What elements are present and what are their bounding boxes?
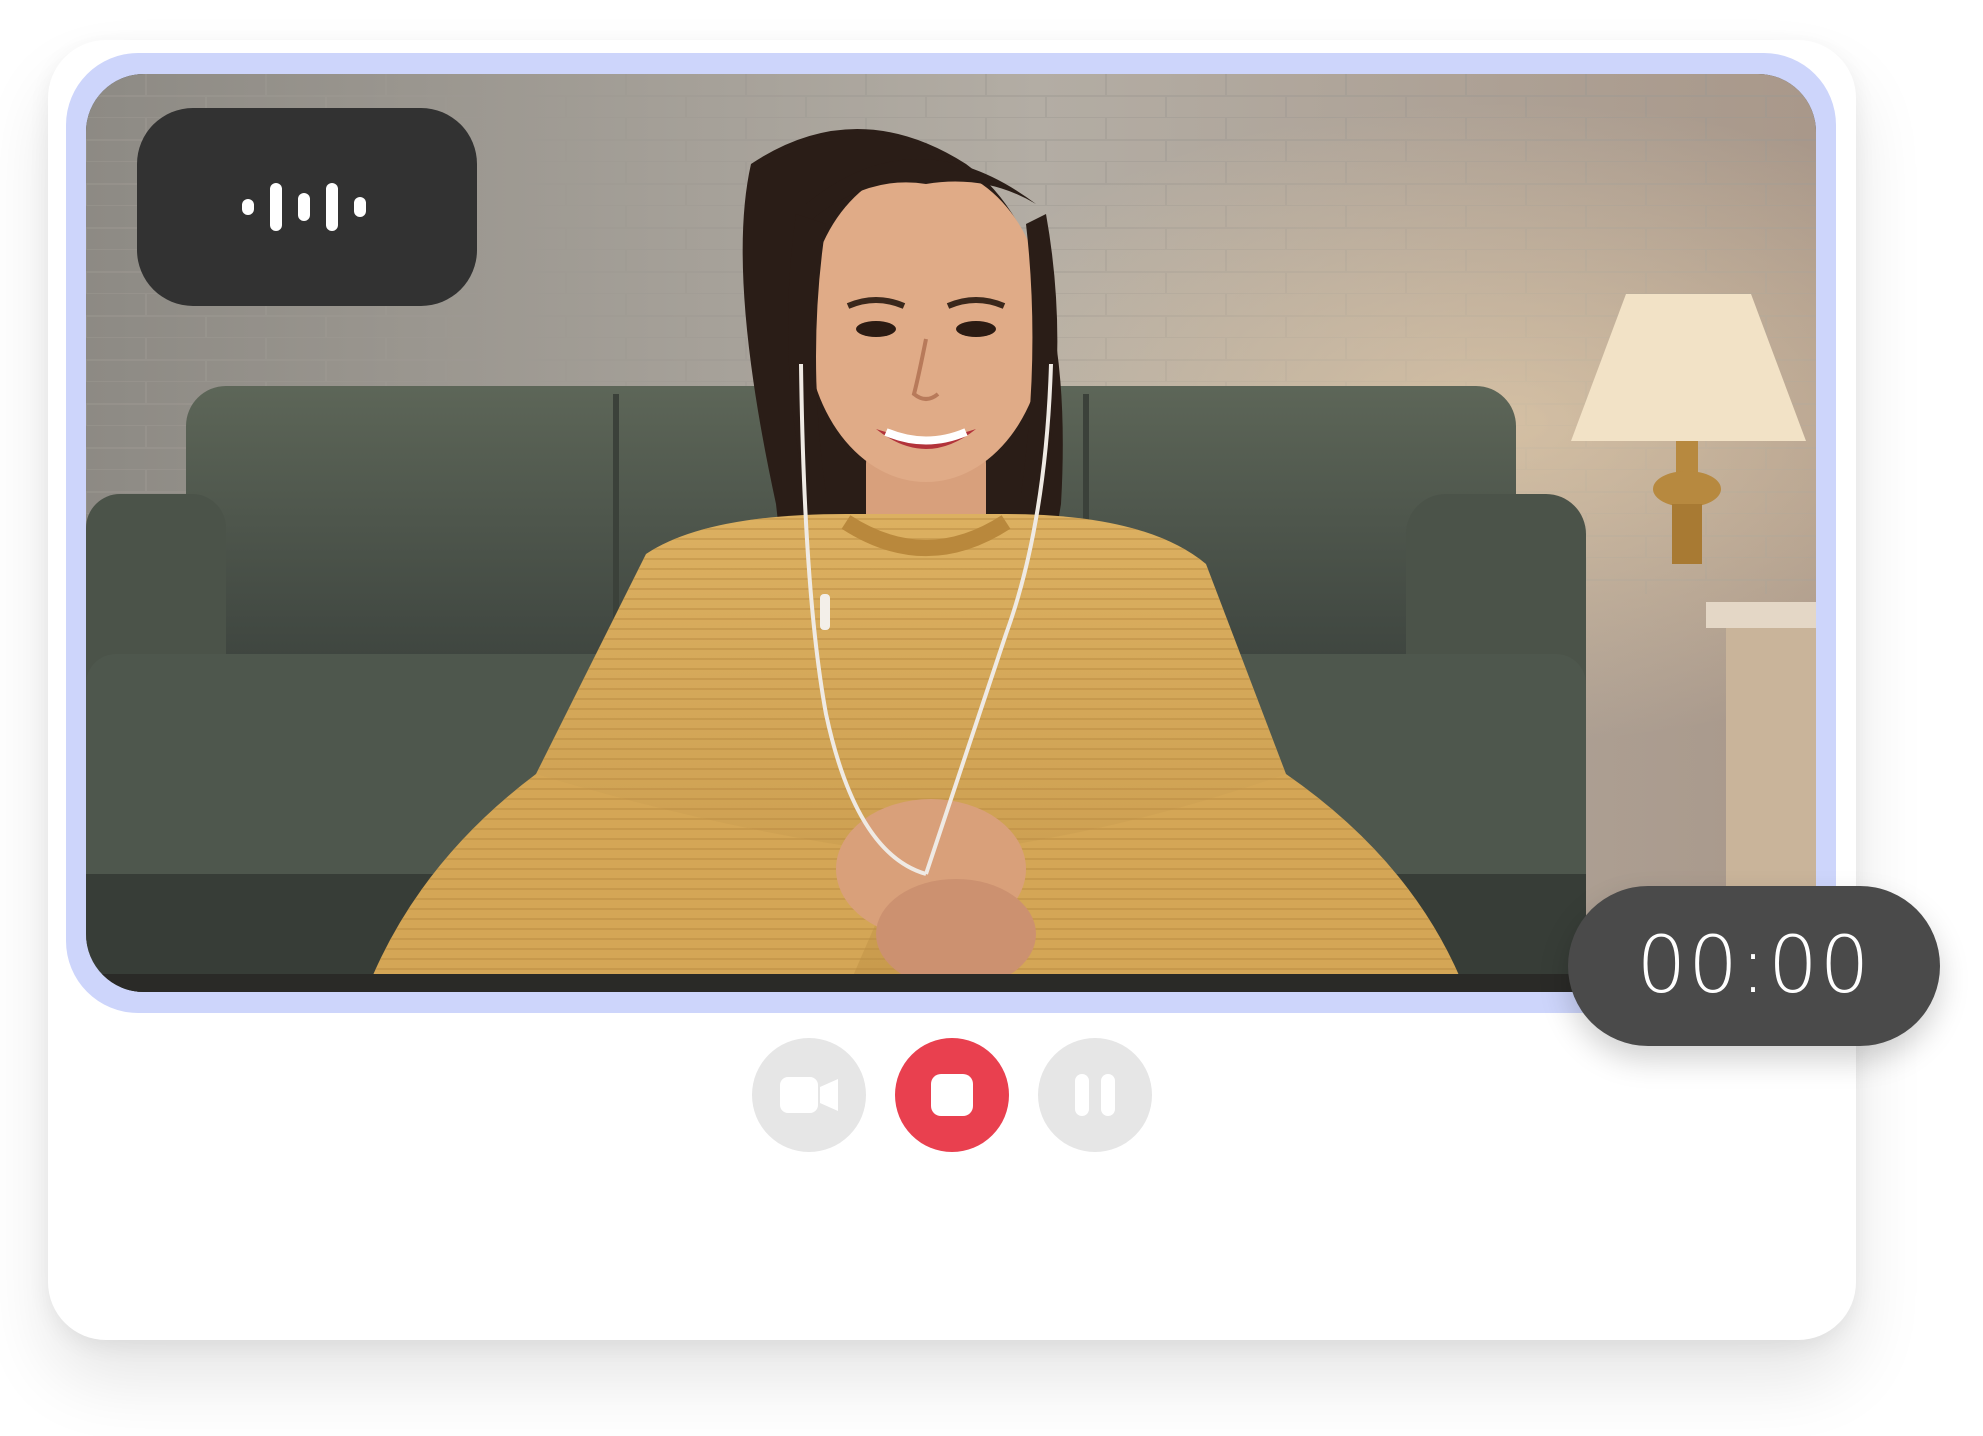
stop-recording-button[interactable] xyxy=(895,1038,1009,1152)
pause-icon xyxy=(1075,1074,1115,1116)
video-camera-icon xyxy=(780,1077,838,1113)
recording-timer: 00:00 xyxy=(1568,886,1940,1046)
mic-indicator-chip xyxy=(137,108,477,306)
camera-toggle-button[interactable] xyxy=(752,1038,866,1152)
pause-recording-button[interactable] xyxy=(1038,1038,1152,1152)
timer-text: 00:00 xyxy=(1636,921,1872,1011)
audio-waveform-icon xyxy=(242,183,366,231)
recording-controls xyxy=(752,1038,1152,1152)
stop-icon xyxy=(931,1074,973,1116)
recorder-stage: 00:00 xyxy=(0,0,1983,1436)
